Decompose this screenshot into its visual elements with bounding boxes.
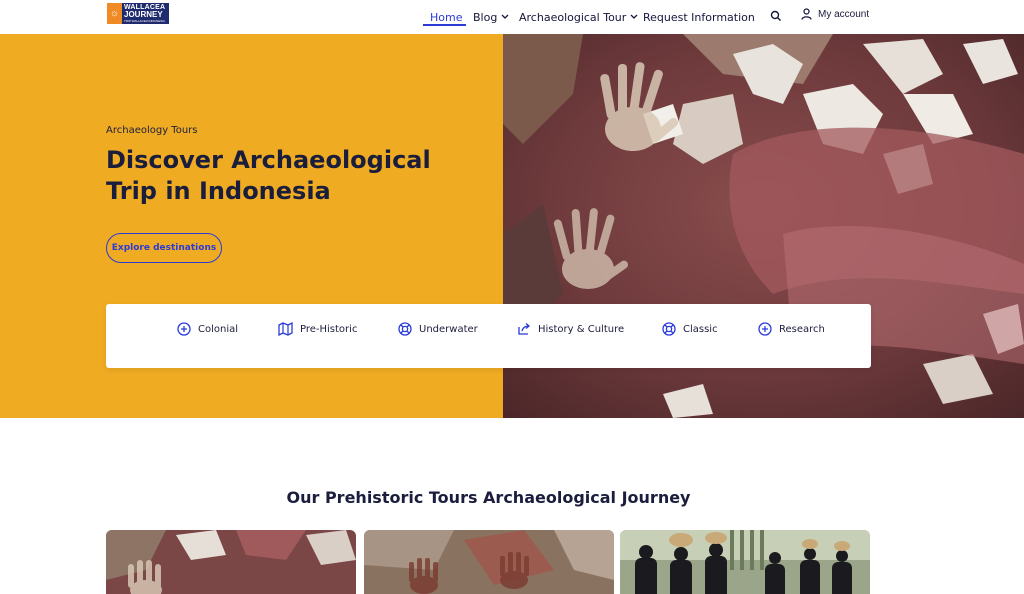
nav-archaeological-tour-label: Archaeological Tour xyxy=(519,10,627,24)
plus-circle-icon xyxy=(177,322,191,336)
search-icon[interactable] xyxy=(770,9,782,21)
category-history-culture[interactable]: History & Culture xyxy=(517,322,624,336)
category-research[interactable]: Research xyxy=(758,322,825,336)
category-classic[interactable]: Classic xyxy=(662,322,718,336)
tour-card-image[interactable] xyxy=(364,530,614,594)
plus-circle-icon xyxy=(758,322,772,336)
main-navigation: Home Blog Archaeological Tour Request In… xyxy=(0,0,1024,30)
chevron-down-icon xyxy=(501,13,509,22)
nav-blog-label: Blog xyxy=(473,10,498,24)
lifebuoy-icon xyxy=(662,322,676,336)
category-colonial[interactable]: Colonial xyxy=(177,322,238,336)
nav-blog[interactable]: Blog xyxy=(473,8,509,26)
hero-title: Discover Archaeological Trip in Indonesi… xyxy=(106,146,431,205)
category-label: History & Culture xyxy=(538,323,625,335)
category-label: Pre-Historic xyxy=(300,323,358,335)
category-label: Research xyxy=(779,323,825,335)
category-underwater[interactable]: Underwater xyxy=(398,322,478,336)
category-label: Colonial xyxy=(198,323,239,335)
nav-active-indicator xyxy=(423,24,466,26)
category-pre-historic[interactable]: Pre-Historic xyxy=(278,322,357,336)
map-icon xyxy=(278,322,293,336)
category-label: Classic xyxy=(683,323,718,335)
category-label: Underwater xyxy=(419,323,478,335)
tour-card-image[interactable] xyxy=(106,530,356,594)
my-account-link[interactable]: My account xyxy=(801,8,869,20)
section-title: Our Prehistoric Tours Archaeological Jou… xyxy=(286,488,691,507)
tour-card-image[interactable] xyxy=(620,530,870,594)
lifebuoy-icon xyxy=(398,322,412,336)
my-account-label: My account xyxy=(818,8,870,20)
chevron-down-icon xyxy=(630,13,638,22)
explore-destinations-button[interactable]: Explore destinations xyxy=(106,233,222,263)
share-arrow-icon xyxy=(518,323,531,335)
tour-categories-card: Colonial Pre-Historic Underwater History… xyxy=(106,304,871,368)
nav-archaeological-tour[interactable]: Archaeological Tour xyxy=(519,8,638,26)
user-icon xyxy=(801,8,812,20)
site-header: ☼ WALLACEA JOURNEY TRIP WALLACEA INDONES… xyxy=(0,0,1024,34)
hero-eyebrow: Archaeology Tours xyxy=(106,125,198,136)
nav-request-information[interactable]: Request Information xyxy=(643,8,755,26)
